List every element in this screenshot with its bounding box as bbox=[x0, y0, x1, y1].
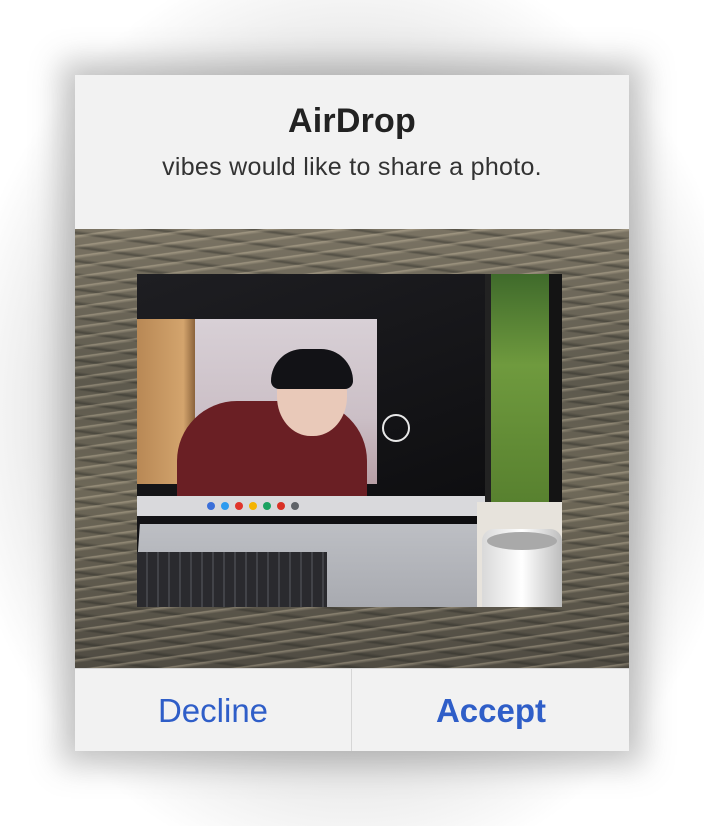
shared-photo-thumbnail bbox=[137, 274, 562, 607]
alert-button-bar: Decline Accept bbox=[75, 668, 629, 751]
photo-laptop-screen bbox=[137, 274, 485, 544]
photo-taskbar bbox=[137, 496, 485, 516]
alert-title: AirDrop bbox=[288, 102, 416, 140]
accept-button[interactable]: Accept bbox=[353, 669, 629, 751]
photo-preview-area bbox=[75, 229, 629, 668]
photo-keyboard bbox=[137, 552, 327, 607]
photo-camera-shutter bbox=[382, 414, 410, 442]
alert-message: vibes would like to share a photo. bbox=[162, 153, 542, 181]
airdrop-alert: AirDrop vibes would like to share a phot… bbox=[75, 75, 629, 751]
screen: AirDrop vibes would like to share a phot… bbox=[0, 0, 704, 826]
photo-video-window bbox=[137, 319, 377, 506]
photo-monitor bbox=[485, 274, 549, 502]
decline-button[interactable]: Decline bbox=[75, 669, 351, 751]
alert-header: AirDrop vibes would like to share a phot… bbox=[75, 75, 629, 229]
button-divider bbox=[351, 669, 352, 751]
